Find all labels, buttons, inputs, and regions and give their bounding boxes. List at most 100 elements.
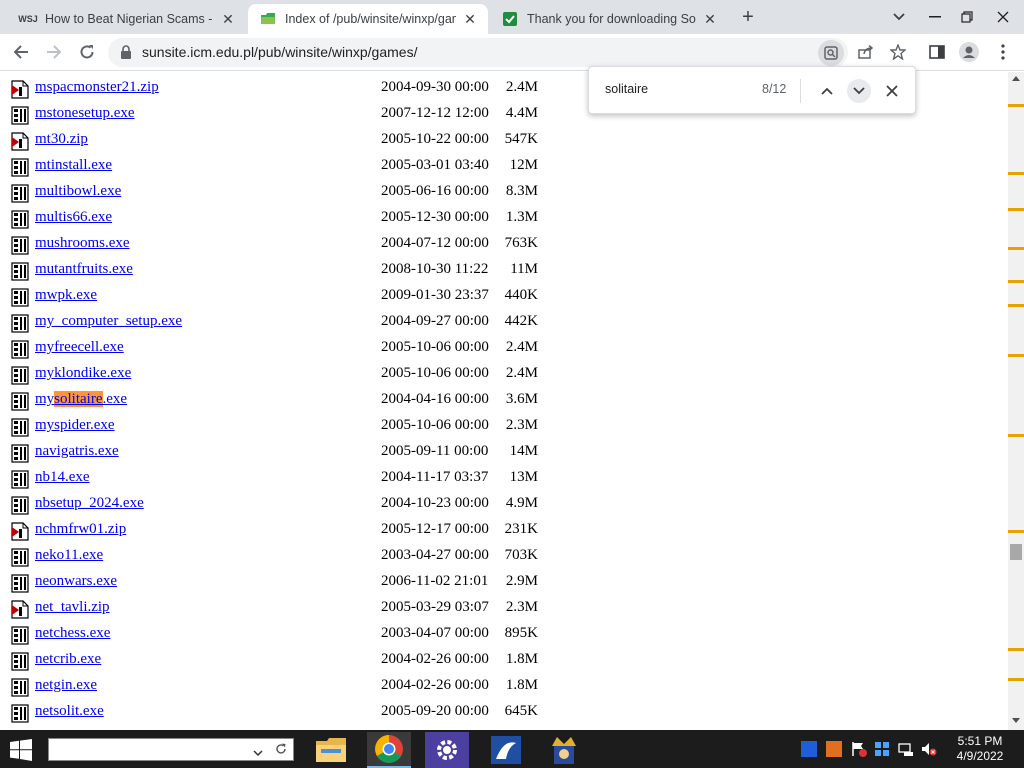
tray-update-icon[interactable] — [826, 741, 842, 757]
close-icon[interactable] — [880, 79, 904, 103]
tray-flag-icon[interactable] — [851, 741, 867, 757]
tab-search-icon[interactable] — [884, 4, 914, 30]
tab-wsj-article[interactable]: WSJ How to Beat Nigerian Scams - W ✕ — [8, 4, 246, 34]
file-link[interactable]: mushrooms.exe — [35, 235, 130, 252]
reload-icon[interactable] — [72, 37, 102, 67]
bookmark-star-icon[interactable] — [883, 37, 913, 67]
file-link[interactable]: netcrib.exe — [35, 651, 101, 668]
vertical-scrollbar[interactable] — [1008, 72, 1024, 730]
file-link[interactable]: mstonesetup.exe — [35, 105, 135, 122]
scroll-down-arrow-icon[interactable] — [1012, 718, 1020, 723]
file-link[interactable]: mt30.zip — [35, 131, 88, 148]
new-tab-icon[interactable]: + — [733, 4, 763, 30]
file-link[interactable]: netsolit.exe — [35, 703, 104, 720]
file-link[interactable]: my_computer_setup.exe — [35, 313, 182, 330]
kebab-menu-icon[interactable] — [988, 37, 1018, 67]
file-row: nchmfrw01.zip 2005-12-17 00:00 231K — [0, 518, 560, 544]
file-explorer-icon[interactable] — [309, 732, 353, 768]
tab-index-games[interactable]: Index of /pub/winsite/winxp/gam ✕ — [248, 4, 488, 34]
tab-solitaire-download[interactable]: Thank you for downloading Solit ✕ — [490, 4, 728, 34]
close-icon[interactable]: ✕ — [462, 11, 478, 27]
file-link[interactable]: mutantfruits.exe — [35, 261, 133, 278]
network-icon[interactable] — [898, 741, 914, 757]
file-size: 440K — [504, 287, 538, 303]
file-link[interactable]: nb14.exe — [35, 469, 90, 486]
file-link[interactable]: multibowl.exe — [35, 183, 121, 200]
chrome-icon[interactable] — [367, 732, 411, 768]
file-link[interactable]: mysolitaire.exe — [35, 391, 127, 408]
file-link[interactable]: nbsetup_2024.exe — [35, 495, 144, 512]
solitaire-king-icon[interactable] — [542, 732, 586, 768]
file-date: 2005-10-22 00:00 — [381, 131, 489, 147]
zip-file-icon — [11, 600, 29, 624]
url-text[interactable]: sunsite.icm.edu.pl/pub/winsite/winxp/gam… — [142, 44, 417, 60]
file-link[interactable]: navigatris.exe — [35, 443, 119, 460]
file-link[interactable]: netchess.exe — [35, 625, 110, 642]
file-link[interactable]: myklondike.exe — [35, 365, 131, 382]
share-icon[interactable] — [851, 37, 881, 67]
file-row: nbsetup_2024.exe 2004-10-23 00:00 4.9M — [0, 492, 560, 518]
restore-icon[interactable] — [952, 4, 982, 30]
file-link[interactable]: netgin.exe — [35, 677, 97, 694]
exe-file-icon — [11, 652, 29, 676]
find-input[interactable]: solitaire — [605, 82, 648, 96]
file-row: net_tavli.zip 2005-03-29 03:07 2.3M — [0, 596, 560, 622]
exe-file-icon — [11, 106, 29, 130]
address-bar[interactable]: sunsite.icm.edu.pl/pub/winsite/winxp/gam… — [108, 38, 848, 67]
file-date: 2005-10-06 00:00 — [381, 365, 489, 381]
file-link[interactable]: multis66.exe — [35, 209, 112, 226]
file-link[interactable]: neko11.exe — [35, 547, 103, 564]
find-divider — [800, 79, 801, 103]
exe-file-icon — [11, 548, 29, 572]
file-date: 2004-10-23 00:00 — [381, 495, 489, 511]
file-date: 2004-04-16 00:00 — [381, 391, 489, 407]
game-app-icon[interactable] — [484, 732, 528, 768]
scroll-up-arrow-icon[interactable] — [1012, 76, 1020, 81]
chevron-up-icon[interactable] — [815, 79, 839, 103]
forward-icon[interactable] — [39, 37, 69, 67]
refresh-icon[interactable] — [275, 742, 287, 760]
settings-icon[interactable] — [425, 732, 469, 768]
file-link[interactable]: mspacmonster21.zip — [35, 79, 159, 96]
file-size: 2.3M — [505, 599, 538, 615]
windows-start-icon[interactable] — [10, 739, 32, 766]
side-panel-icon[interactable] — [922, 37, 952, 67]
file-link[interactable]: myspider.exe — [35, 417, 115, 434]
file-size: 4.9M — [505, 495, 538, 511]
profile-avatar-icon[interactable] — [954, 37, 984, 67]
lock-icon[interactable] — [120, 45, 132, 64]
exe-file-icon — [11, 496, 29, 520]
file-date: 2004-07-12 00:00 — [381, 235, 489, 251]
scrollbar-thumb[interactable] — [1010, 544, 1022, 560]
file-date: 2005-12-30 00:00 — [381, 209, 489, 225]
back-icon[interactable] — [6, 37, 36, 67]
file-size: 14M — [509, 443, 538, 459]
file-date: 2005-09-20 00:00 — [381, 703, 489, 719]
file-link[interactable]: mwpk.exe — [35, 287, 97, 304]
find-in-page-icon[interactable] — [818, 40, 844, 66]
file-date: 2003-04-27 00:00 — [381, 547, 489, 563]
close-icon[interactable]: ✕ — [220, 11, 236, 27]
zip-file-icon — [11, 80, 29, 104]
file-date: 2005-03-01 03:40 — [381, 157, 489, 173]
minimize-icon[interactable] — [920, 4, 950, 30]
clock-time: 5:51 PM — [957, 734, 1003, 748]
file-date: 2007-12-12 12:00 — [381, 105, 489, 121]
chevron-down-icon[interactable] — [253, 743, 263, 761]
close-icon[interactable]: ✕ — [702, 11, 718, 27]
close-window-icon[interactable] — [988, 4, 1018, 30]
exe-file-icon — [11, 470, 29, 494]
file-link[interactable]: nchmfrw01.zip — [35, 521, 126, 538]
file-link[interactable]: mtinstall.exe — [35, 157, 112, 174]
file-link[interactable]: net_tavli.zip — [35, 599, 110, 616]
find-match-marker — [1008, 648, 1024, 651]
chevron-down-icon[interactable] — [847, 79, 871, 103]
taskbar-search-box[interactable] — [48, 738, 294, 761]
file-link[interactable]: myfreecell.exe — [35, 339, 124, 356]
file-link[interactable]: neonwars.exe — [35, 573, 117, 590]
tray-app-icon[interactable] — [801, 741, 817, 757]
system-clock[interactable]: 5:51 PM 4/9/2022 — [950, 734, 1010, 764]
tray-windows-icon[interactable] — [874, 741, 890, 757]
volume-muted-icon[interactable] — [921, 741, 937, 757]
file-row: myfreecell.exe 2005-10-06 00:00 2.4M — [0, 336, 560, 362]
